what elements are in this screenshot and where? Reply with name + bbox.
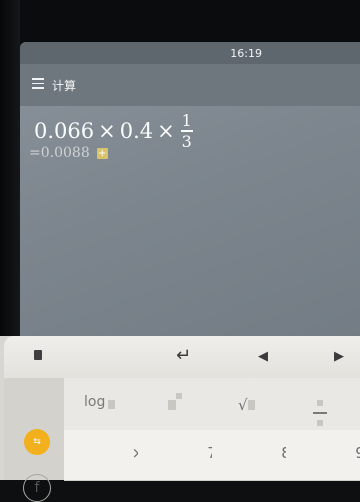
placeholder-box bbox=[176, 393, 182, 399]
page-title: 计算 bbox=[52, 79, 77, 93]
multiply-operator: × bbox=[98, 118, 116, 143]
result-value: 0.0088 bbox=[40, 145, 90, 161]
keypad: ↵ ◀ ▶ ⇆ f log √ × 7 8 bbox=[0, 336, 360, 502]
enter-icon[interactable]: ↵ bbox=[176, 345, 191, 366]
menu-icon[interactable] bbox=[32, 78, 46, 90]
multiply-key[interactable]: × bbox=[64, 430, 144, 481]
device-bezel-left bbox=[0, 0, 20, 340]
f-key[interactable]: f bbox=[23, 474, 51, 502]
fraction: 1 3 bbox=[180, 111, 193, 151]
log-label: log bbox=[84, 394, 106, 410]
device-bezel bbox=[0, 0, 360, 48]
power-key[interactable] bbox=[138, 378, 213, 431]
function-column: ⇆ f bbox=[4, 378, 64, 502]
result-display: = 0.0088 + bbox=[29, 145, 108, 161]
fraction-numerator: 1 bbox=[181, 111, 192, 130]
fraction-denominator: 3 bbox=[181, 131, 192, 151]
result-prefix: = bbox=[29, 145, 41, 161]
add-result-button[interactable]: + bbox=[96, 147, 108, 159]
trash-icon[interactable] bbox=[34, 350, 42, 360]
calculator-screen: 16:19 计算 0.066 × 0.4 × 1 3 = 0.0088 + bbox=[20, 42, 360, 340]
expression-display[interactable]: 0.066 × 0.4 × 1 3 bbox=[34, 112, 193, 150]
operand-b: 0.4 bbox=[119, 118, 154, 143]
status-bar: 16:19 bbox=[20, 42, 360, 64]
placeholder-box bbox=[108, 400, 115, 409]
digit-8-key[interactable]: 8 bbox=[212, 430, 291, 481]
log-key[interactable]: log bbox=[64, 378, 139, 431]
cursor-right-icon[interactable]: ▶ bbox=[334, 349, 344, 364]
key-grid: log √ × 7 8 9 bbox=[64, 378, 360, 481]
switch-mode-button[interactable]: ⇆ bbox=[24, 429, 50, 455]
sqrt-key[interactable]: √ bbox=[212, 378, 287, 431]
app-bar: 计算 bbox=[20, 64, 360, 106]
sqrt-icon: √ bbox=[238, 396, 248, 414]
multiply-operator: × bbox=[157, 118, 175, 143]
placeholder-box bbox=[168, 400, 176, 410]
edit-toolbar: ↵ ◀ ▶ bbox=[4, 336, 360, 378]
status-time: 16:19 bbox=[230, 47, 262, 60]
digit-7-key[interactable]: 7 bbox=[138, 430, 217, 481]
fraction-key[interactable] bbox=[286, 378, 360, 431]
cursor-left-icon[interactable]: ◀ bbox=[258, 349, 268, 364]
key-label: 9 bbox=[355, 444, 360, 462]
fraction-icon bbox=[313, 396, 327, 430]
operand-a: 0.066 bbox=[34, 118, 95, 143]
placeholder-box bbox=[248, 400, 255, 410]
digit-9-key[interactable]: 9 bbox=[286, 430, 360, 481]
